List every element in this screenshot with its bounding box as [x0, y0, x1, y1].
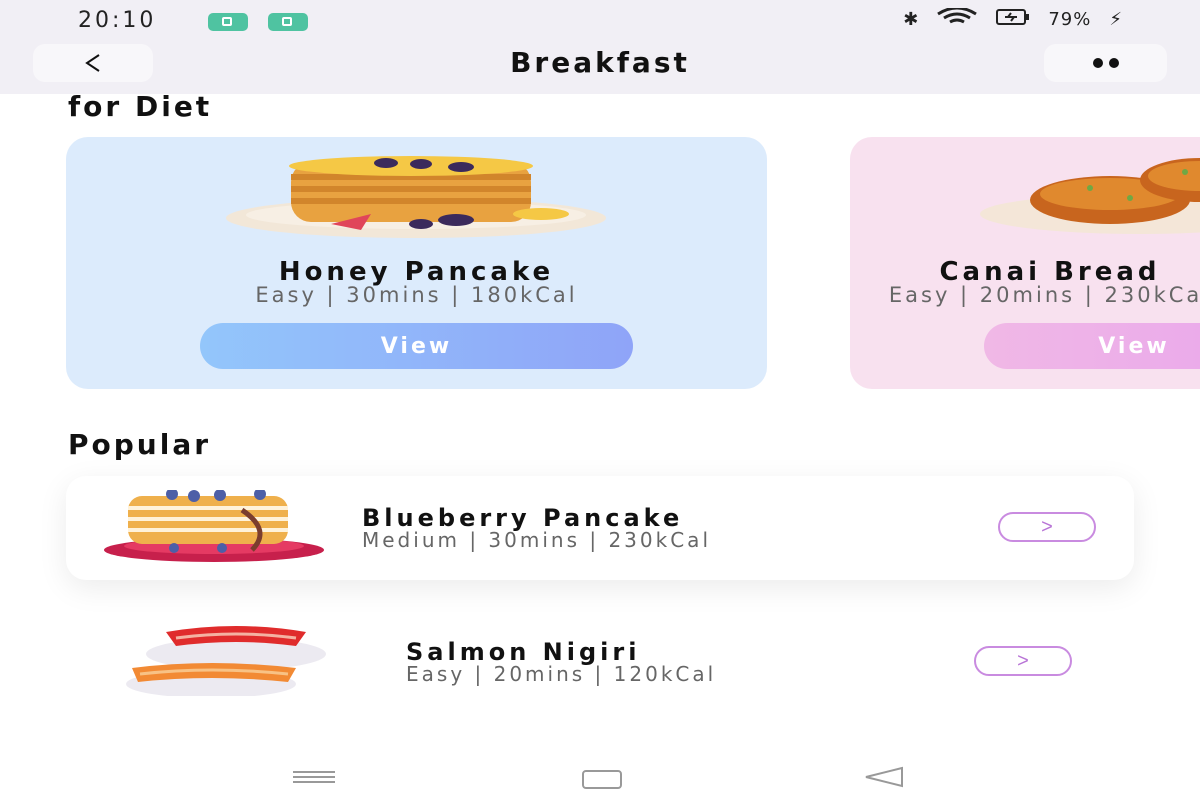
view-button[interactable]: View — [200, 323, 633, 369]
bluetooth-icon: ✱ — [903, 9, 919, 30]
diet-card-meta: Easy | 20mins | 230kCal — [888, 283, 1200, 307]
home-button[interactable] — [582, 770, 622, 789]
blueberry-pancake-image — [104, 490, 324, 562]
section-title-diet: for Diet — [68, 90, 213, 123]
battery-percentage: 79% — [1048, 9, 1092, 30]
open-item-button[interactable]: > — [998, 512, 1096, 542]
notification-icon — [268, 13, 308, 31]
section-title-popular: Popular — [68, 428, 212, 461]
page-title: Breakfast — [510, 46, 690, 79]
chevron-right-icon: > — [1017, 649, 1029, 672]
system-navigation-bar — [0, 752, 1200, 800]
menu-icon — [293, 771, 335, 773]
popular-item-meta: Medium | 30mins | 230kCal — [362, 528, 711, 552]
more-dots-icon — [1092, 58, 1103, 68]
more-options-button[interactable] — [1044, 44, 1167, 82]
salmon-nigiri-image — [126, 626, 326, 696]
charging-icon: ⚡ — [1109, 9, 1122, 30]
popular-item-blueberry-pancake[interactable]: Blueberry Pancake Medium | 30mins | 230k… — [66, 476, 1134, 580]
breakfast-screen: 20:10 ✱ 79% ⚡ Breakfast for Diet Honey P… — [0, 0, 1200, 800]
open-item-button[interactable]: > — [974, 646, 1072, 676]
battery-icon — [996, 9, 1030, 30]
diet-card-honey-pancake[interactable]: Honey Pancake Easy | 30mins | 180kCal Vi… — [66, 137, 767, 389]
canai-bread-image — [980, 158, 1200, 234]
system-icons: ✱ 79% ⚡ — [903, 6, 1122, 31]
popular-item-meta: Easy | 20mins | 120kCal — [406, 662, 717, 686]
wifi-icon — [936, 6, 978, 31]
recent-apps-button[interactable] — [293, 771, 335, 786]
app-header: Breakfast — [0, 44, 1200, 94]
chevron-right-icon: > — [1041, 515, 1053, 538]
more-dots-icon — [1108, 58, 1119, 68]
back-nav-icon[interactable] — [862, 766, 904, 788]
diet-card-canai-bread[interactable]: Canai Bread Easy | 20mins | 230kCal View — [850, 137, 1200, 389]
status-time: 20:10 — [78, 8, 157, 33]
diet-card-meta: Easy | 30mins | 180kCal — [255, 283, 578, 307]
popular-item-salmon-nigiri[interactable]: Salmon Nigiri Easy | 20mins | 120kCal > — [66, 610, 1134, 714]
honey-pancake-image — [226, 156, 606, 238]
notification-icon — [208, 13, 248, 31]
menu-icon — [293, 776, 335, 778]
view-button[interactable]: View — [984, 323, 1200, 369]
menu-icon — [293, 781, 335, 783]
status-bar: 20:10 ✱ 79% ⚡ — [0, 0, 1200, 44]
